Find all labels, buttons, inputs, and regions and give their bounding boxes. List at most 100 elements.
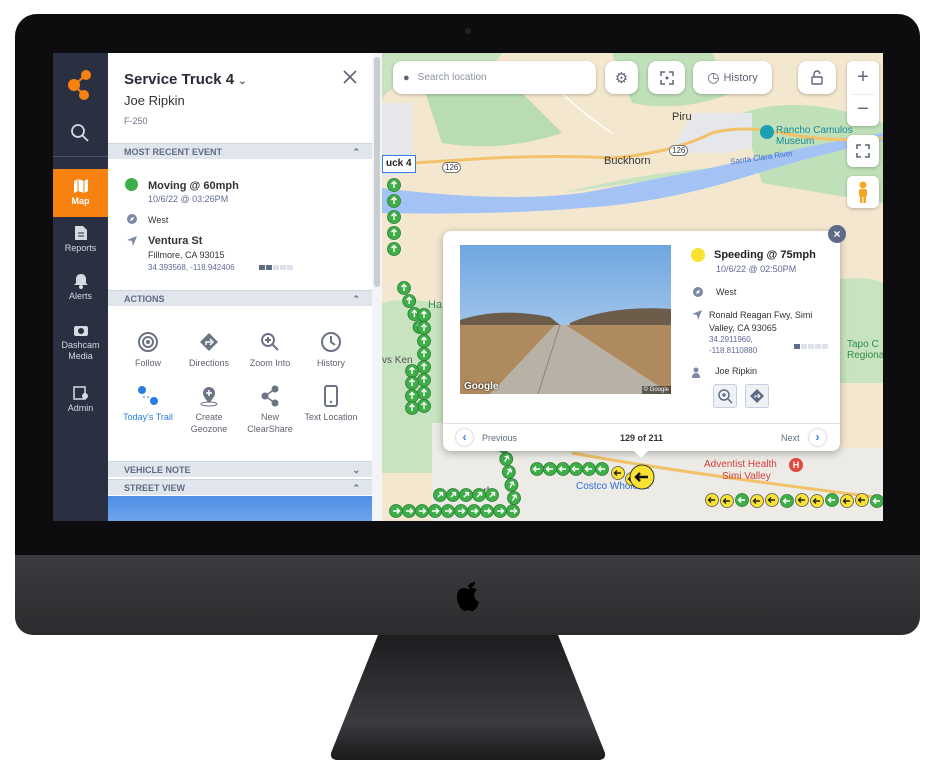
nav-item-map[interactable]: Map (53, 169, 108, 217)
route-marker[interactable] (417, 334, 431, 348)
nav-item-admin[interactable]: Admin (53, 385, 108, 414)
zoom-out-button[interactable]: − (851, 93, 875, 126)
route-marker[interactable] (705, 493, 719, 507)
section-most-recent-event[interactable]: MOST RECENT EVENT ⌃ (108, 143, 372, 159)
next-label[interactable]: Next (781, 433, 800, 443)
route-marker[interactable] (735, 493, 749, 507)
route-marker[interactable] (387, 178, 401, 192)
route-marker[interactable] (543, 462, 557, 476)
clock-icon: ◷ (707, 69, 720, 85)
route-marker[interactable] (483, 486, 501, 504)
event-popup: Google © Google Speeding @ 75mph 10/6/22… (443, 225, 846, 458)
route-marker[interactable] (582, 462, 596, 476)
action-text-location[interactable]: Text Location (301, 385, 361, 423)
nav-item-reports[interactable]: Reports (53, 225, 108, 254)
fit-bounds-button[interactable] (648, 61, 685, 94)
street-view-pegman-button[interactable] (847, 176, 879, 208)
action-follow[interactable]: Follow (118, 331, 178, 369)
popup-close-button[interactable]: × (828, 225, 846, 243)
route-marker[interactable] (387, 242, 401, 256)
section-actions[interactable]: ACTIONS ⌃ (108, 290, 372, 306)
route-marker[interactable] (397, 281, 411, 295)
route-marker[interactable] (387, 210, 401, 224)
route-marker[interactable] (765, 493, 779, 507)
popup-zoom-button[interactable] (713, 384, 737, 408)
nav-item-dashcam-media[interactable]: Dashcam Media (53, 322, 108, 362)
route-marker[interactable] (503, 476, 521, 494)
route-marker[interactable] (530, 462, 544, 476)
route-marker[interactable] (417, 347, 431, 361)
fullscreen-button[interactable] (847, 135, 879, 167)
signal-meter (794, 344, 828, 349)
search-location-input[interactable]: ● Search location (393, 61, 596, 94)
route-marker[interactable] (497, 450, 515, 468)
route-marker[interactable] (454, 504, 468, 518)
route-marker[interactable] (569, 462, 583, 476)
action-today-s-trail[interactable]: Today's Trail (118, 385, 178, 423)
route-marker[interactable] (750, 494, 764, 508)
current-event-marker[interactable] (629, 464, 655, 490)
route-marker[interactable] (405, 401, 419, 415)
route-marker[interactable] (417, 399, 431, 413)
nav-label: Admin (67, 403, 94, 413)
history-button[interactable]: ◷ History (693, 61, 772, 94)
route-marker[interactable] (417, 360, 431, 374)
panel-scrollbar[interactable] (372, 53, 382, 521)
signal-bar (815, 344, 821, 349)
route-marker[interactable] (415, 504, 429, 518)
route-marker[interactable] (780, 494, 794, 508)
route-marker[interactable] (417, 308, 431, 322)
route-marker[interactable] (840, 494, 854, 508)
route-marker[interactable] (402, 294, 417, 308)
close-icon[interactable] (342, 69, 358, 85)
route-marker[interactable] (417, 373, 431, 387)
route-marker[interactable] (417, 386, 431, 400)
truck-label[interactable]: uck 4 (382, 155, 416, 173)
signal-bar (287, 265, 293, 270)
street-view-image[interactable] (108, 496, 372, 521)
route-marker[interactable] (795, 493, 809, 507)
section-street-view[interactable]: STREET VIEW ⌃ (108, 479, 372, 495)
route-marker[interactable] (493, 504, 507, 518)
settings-button[interactable]: ⚙ (605, 61, 638, 94)
search-icon[interactable] (70, 123, 90, 143)
route-marker[interactable] (825, 493, 839, 507)
route-marker[interactable] (611, 466, 625, 480)
route-marker[interactable] (387, 194, 401, 208)
route-marker[interactable] (720, 494, 734, 508)
dashcam-photo[interactable]: Google © Google (460, 245, 671, 394)
next-button[interactable]: › (809, 429, 826, 446)
route-marker[interactable] (387, 226, 401, 240)
action-zoom-into[interactable]: Zoom Into (240, 331, 300, 369)
route-marker[interactable] (595, 462, 609, 476)
route-marker[interactable] (402, 504, 416, 518)
route-marker[interactable] (500, 463, 518, 481)
route-marker[interactable] (810, 494, 824, 508)
action-new-clearshare[interactable]: New ClearShare (240, 385, 300, 435)
scrollbar-thumb[interactable] (374, 57, 380, 287)
nav-item-alerts[interactable]: Alerts (53, 273, 108, 302)
route-marker[interactable] (428, 504, 442, 518)
popup-directions-button[interactable] (745, 384, 769, 408)
action-create-geozone[interactable]: Create Geozone (179, 385, 239, 435)
route-marker[interactable] (870, 494, 884, 508)
route-marker[interactable] (480, 504, 494, 518)
route-marker[interactable] (389, 504, 403, 518)
lock-button[interactable] (798, 61, 836, 94)
route-marker[interactable] (556, 462, 570, 476)
map-area[interactable]: Piru Buckhorn Rancho Camulos Museum Santa… (382, 53, 883, 521)
action-history[interactable]: History (301, 331, 361, 369)
route-marker[interactable] (441, 504, 455, 518)
phone-icon (324, 385, 338, 407)
zoom-in-button[interactable]: + (857, 62, 869, 94)
section-vehicle-note[interactable]: VEHICLE NOTE ⌄ (108, 461, 372, 477)
vehicle-name-dropdown[interactable]: Service Truck 4 ⌄ (124, 71, 247, 88)
action-directions[interactable]: Directions (179, 331, 239, 369)
route-marker[interactable] (417, 321, 431, 335)
route-marker[interactable] (855, 493, 869, 507)
route-marker[interactable] (467, 504, 481, 518)
route-marker[interactable] (405, 376, 419, 390)
route-marker[interactable] (405, 389, 419, 403)
route-marker[interactable] (405, 364, 419, 378)
route-marker[interactable] (506, 504, 520, 518)
